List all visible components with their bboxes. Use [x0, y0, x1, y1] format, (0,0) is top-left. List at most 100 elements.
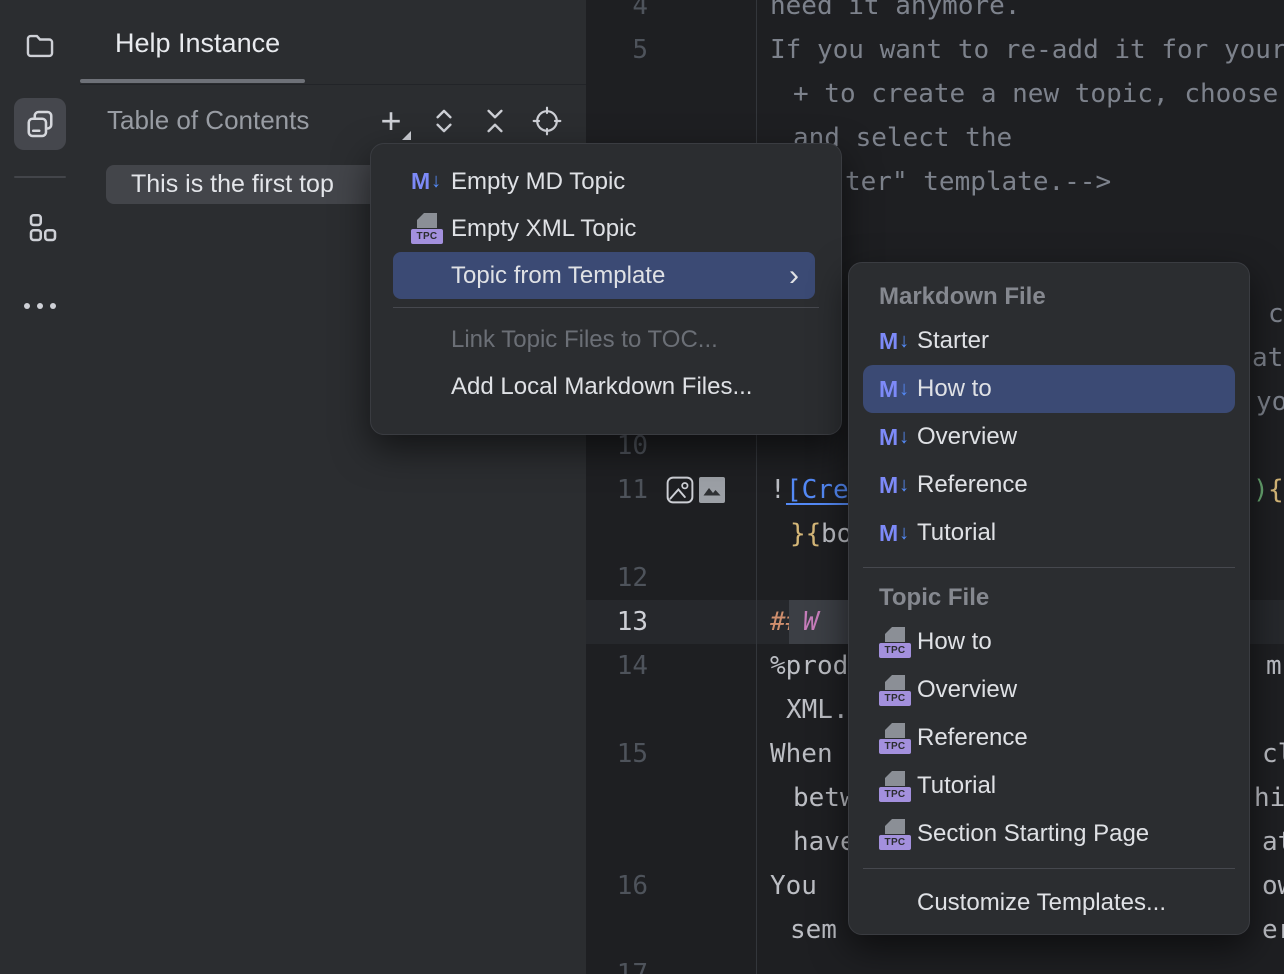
md-letter: M — [411, 168, 430, 195]
image-preview-icon[interactable] — [699, 477, 725, 503]
sidebar-divider — [14, 176, 66, 178]
menu-item-label: Customize Templates... — [917, 889, 1166, 917]
topic-file-icon: TPC — [411, 213, 443, 244]
menu-item-reference[interactable]: M↓ Reference — [849, 461, 1249, 509]
markdown-file-icon: M↓ — [411, 168, 441, 195]
menu-item-tutorial[interactable]: M↓ Tutorial — [849, 509, 1249, 557]
topic-file-icon: TPC — [879, 723, 911, 754]
md-letter: M — [879, 520, 898, 547]
menu-item-label: Add Local Markdown Files... — [451, 373, 752, 401]
toc-tree-item-label: This is the first top — [131, 170, 334, 199]
locate-file-button[interactable] — [528, 102, 566, 140]
menu-separator — [863, 567, 1235, 568]
menu-item-overview[interactable]: M↓ Overview — [849, 413, 1249, 461]
menu-item-customize-templates[interactable]: Customize Templates... — [849, 879, 1249, 927]
menu-item-label: Section Starting Page — [917, 820, 1149, 848]
code-text: his — [1254, 776, 1284, 820]
app-sidebar — [0, 0, 81, 974]
md-arrow: ↓ — [899, 522, 909, 545]
markdown-file-icon: M↓ — [879, 424, 909, 451]
topic-badge: TPC — [411, 229, 443, 244]
code-text: %prod — [770, 644, 848, 688]
topic-badge: TPC — [879, 835, 911, 850]
menu-item-how-to[interactable]: M↓How to — [863, 365, 1235, 413]
code-text: ! — [770, 468, 786, 512]
image-outline-icon[interactable] — [666, 476, 694, 504]
code-text: { — [1268, 468, 1284, 512]
toc-tree-item[interactable]: This is the first top — [106, 165, 408, 204]
more-tools-button[interactable] — [16, 282, 64, 330]
app-window: Help Instance Table of Contents + This i… — [0, 0, 1284, 974]
menu-separator — [393, 307, 819, 308]
code-text: c — [1268, 292, 1284, 336]
menu-item-empty-xml-topic[interactable]: TPC Empty XML Topic — [371, 205, 841, 252]
code-text: If you want to re-add it for your — [770, 28, 1284, 72]
line-number: 15 — [586, 732, 648, 776]
topic-badge: TPC — [879, 787, 911, 802]
add-topic-menu: M↓ Empty MD Topic TPC Empty XML Topic Topic … — [370, 143, 842, 435]
code-text: you — [1256, 380, 1284, 424]
menu-item-how-to[interactable]: TPC How to — [849, 618, 1249, 666]
active-tab-indicator — [80, 79, 305, 83]
md-arrow: ↓ — [899, 330, 909, 353]
collapse-all-button[interactable] — [476, 102, 514, 140]
menu-item-add-local-markdown-files[interactable]: Add Local Markdown Files... — [371, 363, 841, 410]
code-text: have — [793, 820, 856, 864]
menu-item-label: Overview — [917, 423, 1017, 451]
code-text: + to create a new topic, choose t — [793, 72, 1284, 116]
topic-page-glyph — [885, 771, 905, 786]
md-arrow: ↓ — [899, 426, 909, 449]
code-text: ) — [1253, 468, 1269, 512]
line-number: 12 — [586, 556, 648, 600]
markdown-file-icon: M↓ — [879, 376, 909, 403]
menu-item-topic-from-template[interactable]: Topic from Template› — [393, 252, 815, 299]
menu-item-label: Reference — [917, 471, 1028, 499]
code-text: sem — [790, 908, 837, 952]
code-text: betw — [793, 776, 856, 820]
menu-item-link-topic-files-to-toc[interactable]: Link Topic Files to TOC... — [371, 316, 841, 363]
code-text: }{ — [790, 512, 821, 556]
code-text: ow — [1262, 864, 1284, 908]
menu-item-tutorial[interactable]: TPCTutorial — [849, 762, 1249, 810]
menu-item-label: Empty MD Topic — [451, 168, 625, 196]
code-text: When — [770, 732, 833, 776]
expand-all-icon — [428, 105, 460, 137]
md-arrow: ↓ — [431, 170, 441, 193]
menu-item-label: Link Topic Files to TOC... — [451, 326, 718, 354]
panel-title: Help Instance — [115, 28, 280, 59]
md-letter: M — [879, 472, 898, 499]
code-text: You — [770, 864, 817, 908]
more-icon — [24, 303, 56, 309]
code-text: er — [1262, 908, 1284, 952]
toc-header-label: Table of Contents — [107, 105, 309, 136]
code-text: [Cre — [786, 468, 849, 512]
menu-item-label: Empty XML Topic — [451, 215, 636, 243]
menu-item-label: How to — [917, 628, 992, 656]
add-topic-button[interactable]: + — [372, 102, 410, 140]
topic-badge: TPC — [879, 643, 911, 658]
md-arrow: ↓ — [899, 474, 909, 497]
topic-page-glyph — [885, 723, 905, 738]
line-number: 4 — [586, 0, 648, 28]
menu-item-starter[interactable]: M↓Starter — [849, 317, 1249, 365]
md-letter: M — [879, 328, 898, 355]
topic-file-icon: TPC — [879, 675, 911, 706]
structure-tool-button[interactable] — [16, 204, 64, 252]
line-number: 17 — [586, 952, 648, 974]
submenu-arrow-icon: › — [789, 264, 799, 288]
menu-item-overview[interactable]: TPCOverview — [849, 666, 1249, 714]
menu-item-empty-md-topic[interactable]: M↓ Empty MD Topic — [371, 158, 841, 205]
code-text: need it anymore. — [770, 0, 1020, 28]
expand-all-button[interactable] — [425, 102, 463, 140]
menu-item-label: Tutorial — [917, 519, 996, 547]
project-tool-button[interactable] — [16, 22, 64, 70]
menu-item-reference[interactable]: TPCReference — [849, 714, 1249, 762]
panel-header: Help Instance — [80, 0, 586, 85]
collapse-all-icon — [479, 105, 511, 137]
menu-item-section-starting-page[interactable]: TPC Section Starting Page — [849, 810, 1249, 858]
topic-file-icon: TPC — [879, 627, 911, 658]
topic-badge: TPC — [879, 691, 911, 706]
help-instances-tool-button[interactable] — [14, 98, 66, 150]
md-arrow: ↓ — [899, 378, 909, 401]
structure-icon — [22, 210, 58, 246]
